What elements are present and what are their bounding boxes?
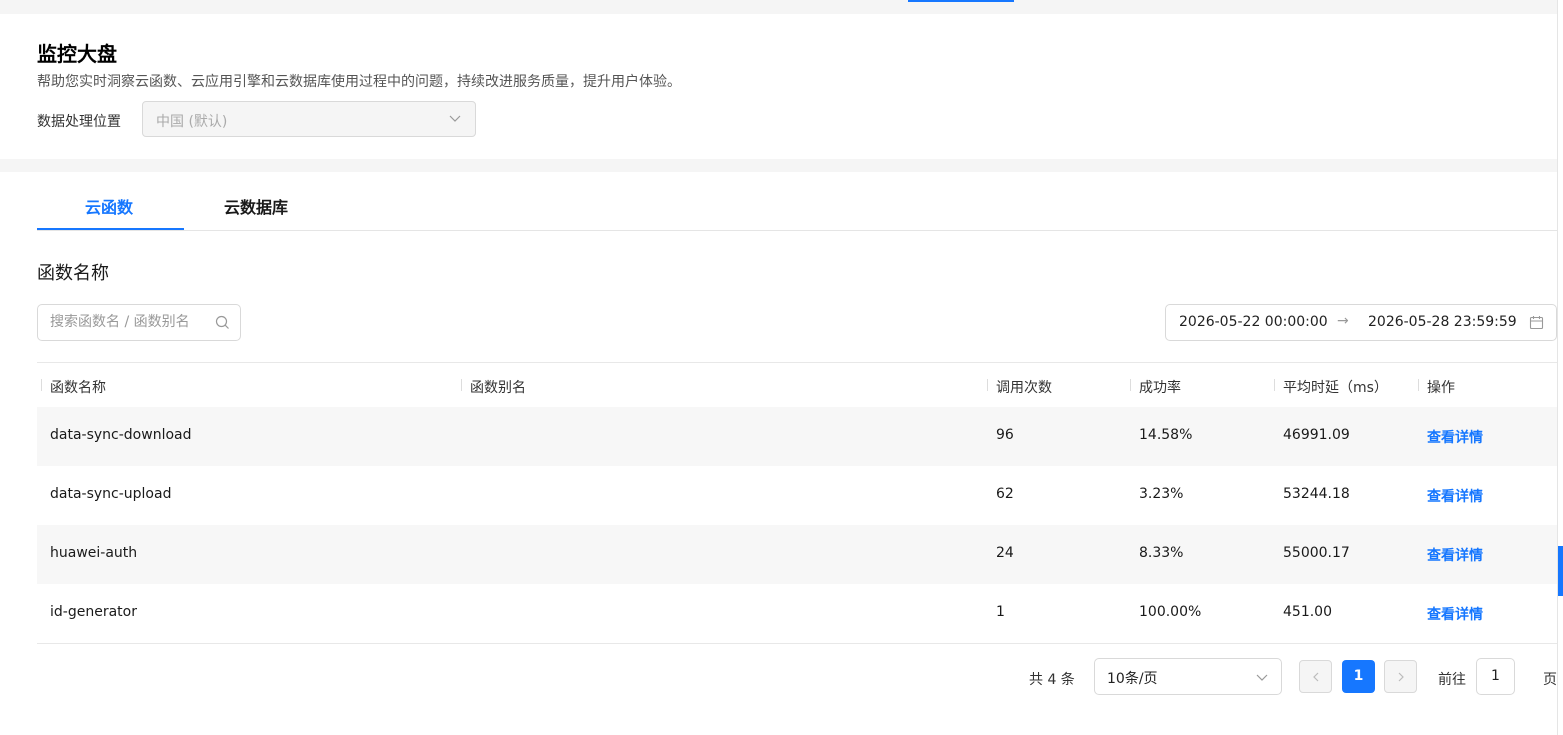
- location-label: 数据处理位置: [37, 114, 121, 130]
- page-size-select[interactable]: 10条/页: [1094, 658, 1282, 695]
- cell-calls: 1: [996, 604, 1005, 620]
- cell-success-rate: 8.33%: [1139, 545, 1184, 561]
- column-header-name: 函数名称: [50, 380, 106, 396]
- table-row: huawei-auth 24 8.33% 55000.17 查看详情: [37, 525, 1557, 584]
- view-details-link[interactable]: 查看详情: [1427, 545, 1483, 565]
- column-separator: [461, 379, 462, 391]
- column-header-actions: 操作: [1427, 380, 1455, 396]
- next-page-button[interactable]: [1384, 660, 1417, 693]
- main-card: 云函数 云数据库 函数名称 2026-05-22 00:00:00 → 2026…: [0, 172, 1557, 735]
- table-row: data-sync-download 96 14.58% 46991.09 查看…: [37, 407, 1557, 466]
- cell-success-rate: 100.00%: [1139, 604, 1202, 620]
- column-header-calls: 调用次数: [996, 380, 1052, 396]
- prev-page-button[interactable]: [1299, 660, 1332, 693]
- chevron-left-icon: [1313, 672, 1319, 682]
- cell-function-name: id-generator: [50, 604, 137, 620]
- column-header-success-rate: 成功率: [1139, 380, 1181, 396]
- cell-function-name: huawei-auth: [50, 545, 138, 561]
- table-row: data-sync-upload 62 3.23% 53244.18 查看详情: [37, 466, 1557, 525]
- header-card: 监控大盘 帮助您实时洞察云函数、云应用引擎和云数据库使用过程中的问题，持续改进服…: [0, 14, 1557, 159]
- cell-avg-latency: 451.00: [1283, 604, 1332, 620]
- pagination: 共 4 条 10条/页 1 前往 1 页: [0, 658, 1557, 698]
- goto-page-input[interactable]: 1: [1476, 658, 1515, 695]
- cell-success-rate: 3.23%: [1139, 486, 1184, 502]
- cell-calls: 62: [996, 486, 1014, 502]
- column-separator: [41, 379, 42, 391]
- date-separator-icon: →: [1337, 313, 1349, 329]
- tab-cloud-functions[interactable]: 云函数: [85, 194, 133, 218]
- table-row: id-generator 1 100.00% 451.00 查看详情: [37, 584, 1557, 643]
- cell-function-name: data-sync-download: [50, 427, 192, 443]
- table-header: 函数名称 函数别名 调用次数 成功率 平均时延（ms） 操作: [37, 362, 1557, 407]
- date-start[interactable]: 2026-05-22 00:00:00: [1179, 314, 1327, 330]
- page-unit-label: 页: [1543, 672, 1557, 688]
- cell-avg-latency: 46991.09: [1283, 427, 1350, 443]
- location-select[interactable]: 中国 (默认): [142, 101, 476, 137]
- date-end[interactable]: 2026-05-28 23:59:59: [1368, 314, 1516, 330]
- section-title: 函数名称: [37, 263, 109, 284]
- page-title: 监控大盘: [37, 42, 117, 66]
- search-box[interactable]: [37, 304, 241, 341]
- tabs-divider: [37, 230, 1557, 231]
- page-description: 帮助您实时洞察云函数、云应用引擎和云数据库使用过程中的问题，持续改进服务质量，提…: [37, 74, 681, 90]
- total-count: 共 4 条: [1029, 672, 1075, 688]
- chevron-right-icon: [1398, 672, 1404, 682]
- search-icon[interactable]: [215, 315, 230, 330]
- tab-cloud-database[interactable]: 云数据库: [224, 194, 288, 218]
- view-details-link[interactable]: 查看详情: [1427, 486, 1483, 506]
- cell-avg-latency: 53244.18: [1283, 486, 1350, 502]
- search-input[interactable]: [48, 313, 212, 331]
- cell-calls: 24: [996, 545, 1014, 561]
- view-details-link[interactable]: 查看详情: [1427, 427, 1483, 447]
- top-tab-indicator: [908, 0, 1014, 2]
- top-strip: [0, 0, 1557, 14]
- column-header-alias: 函数别名: [470, 380, 526, 396]
- column-separator: [987, 379, 988, 391]
- chevron-down-icon: [1256, 674, 1268, 681]
- column-header-latency: 平均时延（ms）: [1283, 380, 1388, 396]
- view-details-link[interactable]: 查看详情: [1427, 604, 1483, 624]
- page-number-current[interactable]: 1: [1342, 660, 1375, 693]
- functions-table: 函数名称 函数别名 调用次数 成功率 平均时延（ms） 操作 data-sync…: [37, 362, 1557, 644]
- calendar-icon[interactable]: [1529, 315, 1544, 330]
- right-edge-panel: [1557, 0, 1563, 735]
- date-range-picker[interactable]: 2026-05-22 00:00:00 → 2026-05-28 23:59:5…: [1165, 304, 1557, 341]
- column-separator: [1274, 379, 1275, 391]
- location-value: 中国 (默认): [156, 114, 228, 130]
- chevron-down-icon: [449, 115, 461, 122]
- column-separator: [1418, 379, 1419, 391]
- table-bottom-border: [37, 643, 1557, 644]
- cell-avg-latency: 55000.17: [1283, 545, 1350, 561]
- right-edge-indicator: [1558, 546, 1563, 596]
- goto-label: 前往: [1438, 672, 1466, 688]
- cell-calls: 96: [996, 427, 1014, 443]
- cell-success-rate: 14.58%: [1139, 427, 1193, 443]
- page-size-value: 10条/页: [1107, 671, 1158, 687]
- column-separator: [1130, 379, 1131, 391]
- cell-function-name: data-sync-upload: [50, 486, 172, 502]
